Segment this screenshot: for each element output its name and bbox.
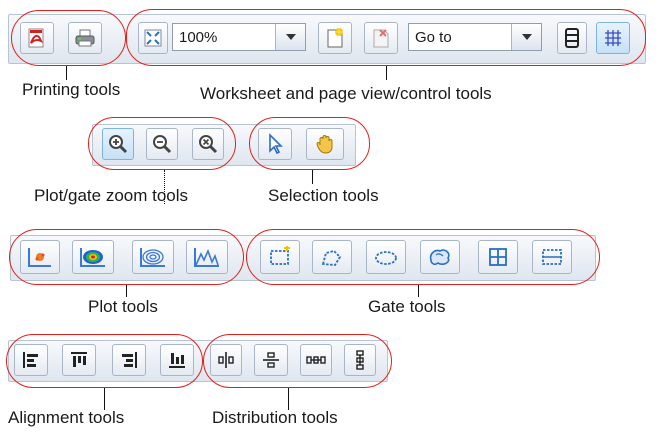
plot-tools-label: Plot tools bbox=[88, 297, 158, 316]
worksheet-tools-callout bbox=[126, 9, 646, 66]
printing-tools-callout bbox=[11, 10, 126, 66]
zoom-tools-label: Plot/gate zoom tools bbox=[34, 186, 189, 205]
gate-tools-callout bbox=[246, 229, 600, 285]
printing-tools-label: Printing tools bbox=[22, 80, 121, 99]
worksheet-leader bbox=[386, 66, 387, 80]
distribution-leader bbox=[288, 388, 289, 410]
printing-leader bbox=[66, 66, 67, 80]
gate-leader bbox=[418, 285, 419, 297]
plot-leader bbox=[126, 285, 127, 297]
selection-tools-callout bbox=[249, 117, 370, 170]
zoom-tools-callout bbox=[88, 117, 236, 170]
alignment-tools-callout bbox=[6, 334, 203, 388]
alignment-tools-label: Alignment tools bbox=[8, 408, 125, 427]
plot-tools-callout bbox=[9, 229, 244, 285]
selection-leader bbox=[312, 170, 313, 184]
distribution-tools-callout bbox=[203, 334, 392, 388]
selection-tools-label: Selection tools bbox=[268, 186, 379, 205]
toolbar-legend-figure: 100% Go to Printing tools Worksheet and … bbox=[0, 0, 659, 436]
distribution-tools-label: Distribution tools bbox=[212, 408, 338, 427]
worksheet-tools-label: Worksheet and page view/control tools bbox=[200, 84, 492, 103]
gate-tools-label: Gate tools bbox=[368, 297, 446, 316]
alignment-leader bbox=[104, 388, 105, 410]
